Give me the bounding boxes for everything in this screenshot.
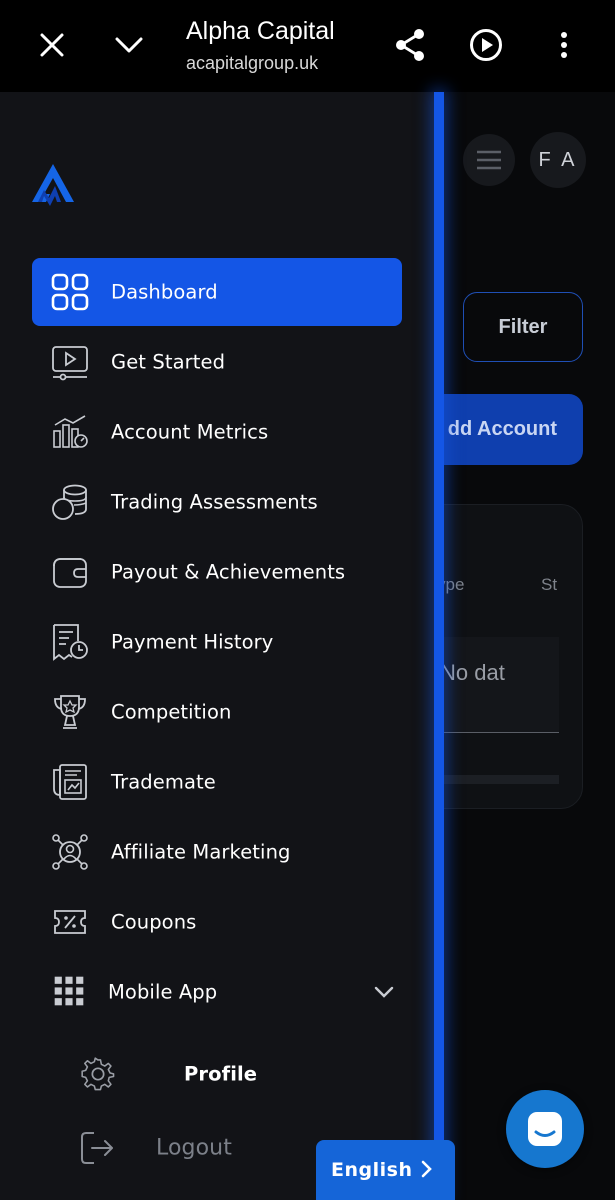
alpha-capital-logo bbox=[32, 164, 74, 206]
filter-button[interactable]: Filter bbox=[463, 292, 583, 362]
nav-item-affiliate-marketing[interactable]: Affiliate Marketing bbox=[32, 818, 402, 886]
trophy-icon bbox=[54, 695, 86, 729]
document-chart-icon bbox=[53, 764, 87, 800]
navigation-drawer: Dashboard Get Started Account Metrics Tr… bbox=[0, 92, 434, 1200]
nav-label-coupons: Coupons bbox=[111, 910, 197, 934]
chart-icon bbox=[53, 415, 88, 448]
nav-item-account-metrics[interactable]: Account Metrics bbox=[32, 398, 402, 466]
nav-label-competition: Competition bbox=[111, 700, 232, 724]
coins-icon bbox=[52, 484, 87, 520]
chevron-right-icon bbox=[421, 1160, 432, 1178]
background-page: F A Filter dd Account ype St No dat bbox=[436, 92, 615, 1200]
share-icon[interactable] bbox=[387, 22, 433, 68]
receipt-clock-icon bbox=[53, 624, 88, 661]
nav-label-mobile-app: Mobile App bbox=[108, 980, 218, 1004]
nav-label-affiliate-marketing: Affiliate Marketing bbox=[111, 840, 291, 864]
nav-label-logout: Logout bbox=[156, 1135, 232, 1161]
nav-item-coupons[interactable]: Coupons bbox=[32, 888, 402, 956]
nav-item-payout-achievements[interactable]: Payout & Achievements bbox=[32, 538, 402, 606]
nav-label-get-started: Get Started bbox=[111, 350, 226, 374]
chat-icon bbox=[528, 1112, 562, 1146]
chevron-down-icon[interactable] bbox=[106, 22, 152, 68]
nav-item-dashboard[interactable]: Dashboard bbox=[32, 258, 402, 326]
nav-label-payout-achievements: Payout & Achievements bbox=[111, 560, 346, 584]
coupon-icon bbox=[54, 910, 86, 934]
empty-state-text: No dat bbox=[440, 660, 505, 685]
apps-grid-icon bbox=[54, 976, 84, 1006]
video-icon bbox=[52, 346, 88, 381]
nav-item-profile[interactable]: Profile bbox=[80, 1044, 380, 1104]
page-url: acapitalgroup.uk bbox=[186, 53, 319, 73]
nav-item-competition[interactable]: Competition bbox=[32, 678, 402, 746]
gear-icon bbox=[81, 1057, 115, 1091]
hamburger-icon[interactable] bbox=[463, 134, 515, 186]
table-scrollbar[interactable] bbox=[437, 775, 559, 784]
chevron-down-icon[interactable] bbox=[372, 980, 396, 1004]
network-user-icon bbox=[52, 834, 88, 870]
more-vertical-icon[interactable] bbox=[541, 22, 587, 68]
play-icon[interactable] bbox=[463, 22, 509, 68]
nav-item-get-started[interactable]: Get Started bbox=[32, 328, 402, 396]
nav-item-payment-history[interactable]: Payment History bbox=[32, 608, 402, 676]
nav-label-dashboard: Dashboard bbox=[111, 280, 218, 304]
language-button[interactable]: English bbox=[316, 1140, 455, 1200]
nav-label-trading-assessments: Trading Assessments bbox=[111, 490, 318, 514]
add-account-button[interactable]: dd Account bbox=[436, 394, 583, 465]
browser-toolbar: Alpha Capital acapitalgroup.uk bbox=[0, 0, 615, 92]
nav-item-trademate[interactable]: Trademate bbox=[32, 748, 402, 816]
avatar[interactable]: F A bbox=[530, 132, 586, 188]
table-header-status: St bbox=[541, 575, 558, 594]
nav-label-trademate: Trademate bbox=[111, 770, 216, 794]
logout-icon bbox=[81, 1132, 113, 1164]
page-title: Alpha Capital bbox=[186, 17, 335, 45]
close-icon[interactable] bbox=[29, 22, 75, 68]
accounts-table-card: ype St No dat bbox=[436, 504, 583, 809]
wallet-icon bbox=[53, 558, 87, 588]
drawer-edge-glow bbox=[434, 92, 444, 1200]
chat-launcher-button[interactable] bbox=[506, 1090, 584, 1168]
nav-label-payment-history: Payment History bbox=[111, 630, 274, 654]
nav-label-profile: Profile bbox=[184, 1062, 258, 1086]
nav-item-mobile-app[interactable]: Mobile App bbox=[32, 962, 402, 1022]
nav-item-trading-assessments[interactable]: Trading Assessments bbox=[32, 468, 402, 536]
grid-icon bbox=[51, 273, 89, 311]
language-label: English bbox=[331, 1159, 413, 1181]
nav-label-account-metrics: Account Metrics bbox=[111, 420, 269, 444]
